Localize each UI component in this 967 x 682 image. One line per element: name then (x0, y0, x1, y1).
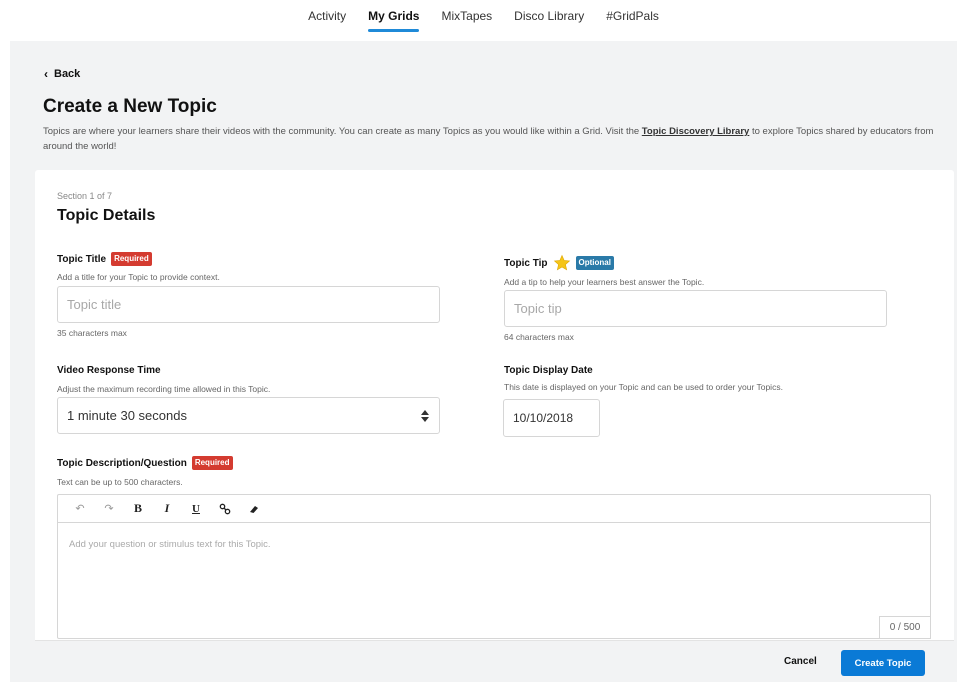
topic-tip-label-text: Topic Tip (504, 257, 548, 269)
nav-item-mixtapes[interactable]: MixTapes (430, 0, 503, 41)
required-badge: Required (111, 252, 152, 266)
topic-title-label: Topic Title Required (57, 252, 152, 266)
chevron-left-icon: ‹ (44, 67, 48, 81)
topic-title-placeholder: Topic title (67, 297, 122, 312)
link-glyph (219, 503, 231, 514)
eraser-glyph (250, 505, 258, 513)
star-icon (553, 254, 570, 271)
nav-item-disco-library[interactable]: Disco Library (503, 0, 595, 41)
bold-button[interactable]: B (128, 499, 148, 519)
optional-badge: Optional (575, 256, 614, 270)
section-title: Topic Details (57, 207, 156, 224)
intro-text: Topics are where your learners share the… (43, 124, 943, 154)
nav-item-my-grids[interactable]: My Grids (357, 0, 430, 41)
nav-item-activity[interactable]: Activity (297, 0, 357, 41)
nav-item-gridpals[interactable]: #GridPals (595, 0, 670, 41)
topic-discovery-library-link[interactable]: Topic Discovery Library (642, 126, 750, 137)
editor-toolbar: ↶ ↷ B I U (58, 495, 930, 523)
video-response-time-help: Adjust the maximum recording time allowe… (57, 384, 271, 394)
video-response-time-label-text: Video Response Time (57, 365, 161, 376)
video-response-time-select[interactable]: 1 minute 30 seconds (57, 397, 440, 434)
page-title: Create a New Topic (43, 96, 217, 117)
topic-description-label: Topic Description/Question Required (57, 456, 233, 470)
undo-icon[interactable]: ↶ (70, 499, 90, 519)
topic-tip-placeholder: Topic tip (514, 301, 562, 316)
topic-display-date-label: Topic Display Date (504, 365, 593, 376)
topic-display-date-value: 10/10/2018 (513, 411, 574, 425)
topic-display-date-input[interactable]: 10/10/2018 (503, 399, 600, 437)
topic-description-help: Text can be up to 500 characters. (57, 477, 183, 487)
section-label: Section 1 of 7 (57, 191, 113, 201)
redo-icon[interactable]: ↷ (99, 499, 119, 519)
topic-title-hint: 35 characters max (57, 328, 127, 338)
sort-arrows-icon (421, 409, 429, 422)
topic-title-label-text: Topic Title (57, 253, 107, 265)
topic-tip-label: Topic Tip Optional (504, 254, 614, 272)
create-topic-button[interactable]: Create Topic (841, 650, 925, 676)
topic-title-help: Add a title for your Topic to provide co… (57, 272, 220, 282)
topic-description-editor: ↶ ↷ B I U Add your question or stimulus … (57, 494, 931, 639)
character-counter: 0 / 500 (879, 616, 931, 639)
topic-display-date-help: This date is displayed on your Topic and… (504, 382, 783, 392)
topic-description-placeholder: Add your question or stimulus text for t… (69, 539, 271, 550)
clear-format-icon[interactable] (244, 499, 264, 519)
topic-title-input[interactable]: Topic title (57, 286, 440, 323)
topic-tip-input[interactable]: Topic tip (504, 290, 887, 327)
topic-description-label-text: Topic Description/Question (57, 457, 187, 469)
required-badge: Required (191, 456, 233, 470)
video-response-time-value: 1 minute 30 seconds (67, 408, 187, 423)
topic-display-date-label-text: Topic Display Date (504, 365, 593, 376)
topic-tip-help: Add a tip to help your learners best ans… (504, 277, 705, 287)
back-label: Back (54, 68, 81, 80)
topic-tip-hint: 64 characters max (504, 332, 574, 342)
intro-text-before: Topics are where your learners share the… (43, 126, 642, 137)
video-response-time-label: Video Response Time (57, 365, 161, 376)
italic-button[interactable]: I (157, 499, 177, 519)
back-link[interactable]: ‹ Back (44, 67, 80, 81)
underline-button[interactable]: U (186, 499, 206, 519)
cancel-button[interactable]: Cancel (784, 656, 817, 667)
topic-description-textarea[interactable]: Add your question or stimulus text for t… (58, 524, 930, 639)
link-icon[interactable] (215, 499, 235, 519)
top-nav: Activity My Grids MixTapes Disco Library… (0, 0, 967, 41)
